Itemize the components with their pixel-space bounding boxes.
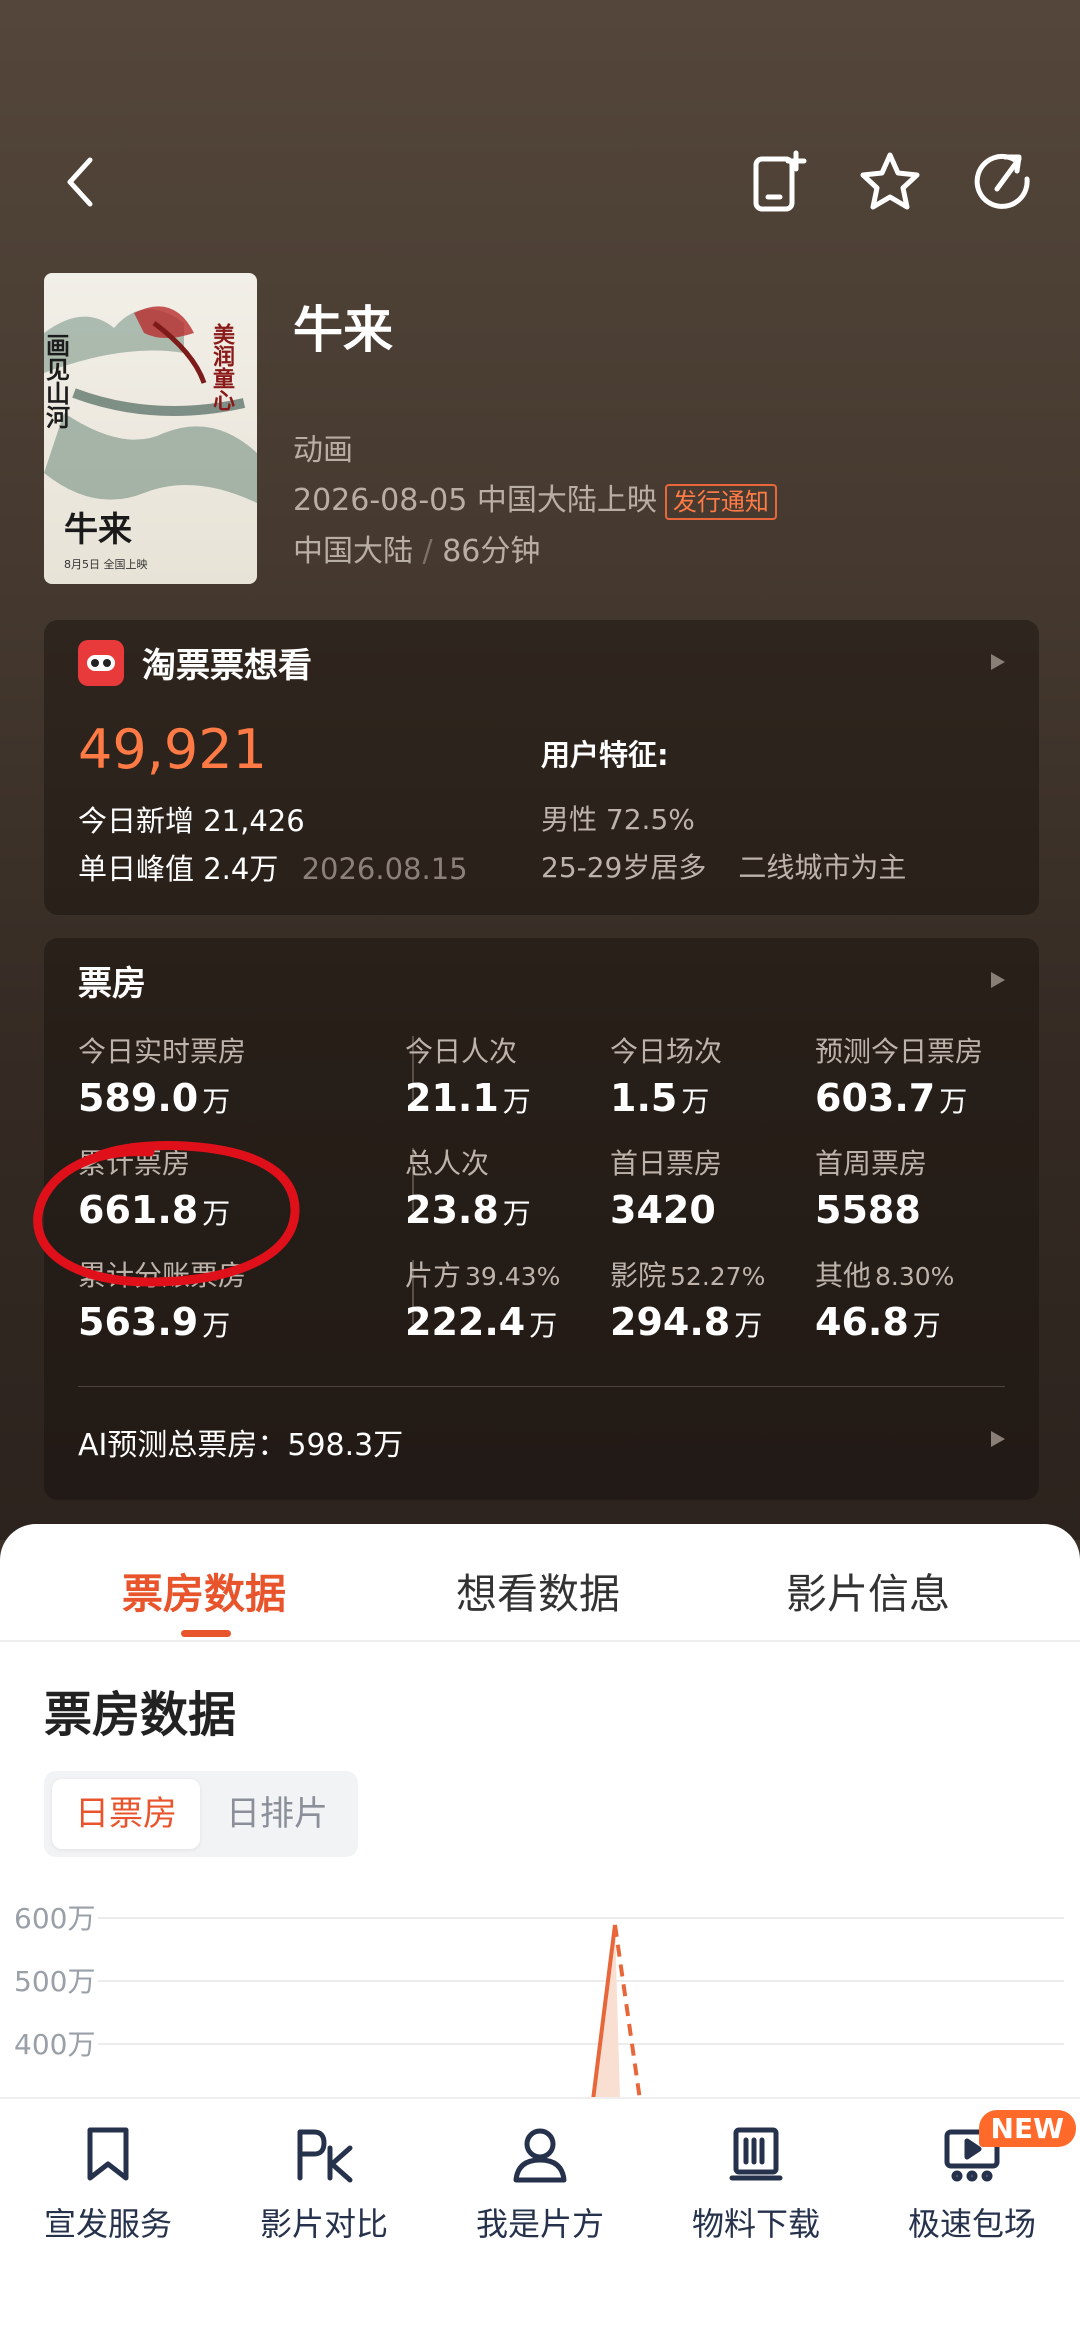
chevron-right-icon	[991, 1431, 1005, 1447]
segment-daily-boxoffice[interactable]: 日票房	[52, 1779, 200, 1849]
section-title: 票房数据	[44, 1687, 237, 1743]
nav-label: 极速包场	[907, 2205, 1036, 2243]
tab-active-indicator	[181, 1630, 231, 1637]
nav-label: 影片对比	[259, 2205, 388, 2243]
annotation-circle	[33, 1141, 300, 1287]
tab-want-data[interactable]: 想看数据	[456, 1560, 620, 1620]
tab-movie-info[interactable]: 影片信息	[786, 1560, 950, 1620]
bookmark-icon	[87, 2127, 129, 2181]
ai-forecast-text: AI预测总票房：598.3万	[78, 1428, 404, 1463]
new-badge: NEW	[978, 2110, 1076, 2147]
nav-label: 物料下载	[691, 2205, 820, 2243]
segment-daily-schedule[interactable]: 日排片	[204, 1779, 350, 1849]
user-icon	[513, 2128, 567, 2183]
nav-material-download[interactable]: 物料下载	[656, 2119, 856, 2245]
segment-control: 日票房 日排片	[44, 1771, 358, 1857]
nav-producer[interactable]: 我是片方	[440, 2119, 640, 2245]
book-icon	[729, 2127, 783, 2181]
chart-y-tick-label: 500万	[14, 1965, 95, 1998]
nav-movie-compare[interactable]: 影片对比	[224, 2119, 424, 2245]
pk-icon	[297, 2129, 353, 2183]
nav-label: 宣发服务	[43, 2205, 172, 2243]
tab-boxoffice-data[interactable]: 票房数据	[122, 1560, 286, 1620]
divider	[0, 1640, 1080, 1642]
chart-y-tick-label: 400万	[14, 2028, 95, 2061]
nav-promotion-service[interactable]: 宣发服务	[8, 2119, 208, 2245]
nav-label: 我是片方	[475, 2205, 604, 2243]
daily-boxoffice-chart: 600万 500万 400万	[14, 1902, 1064, 2100]
chart-y-tick-label: 600万	[14, 1902, 95, 1935]
bottom-nav: 宣发服务 影片对比 我是片方 物料下载 极速包场	[0, 2097, 1080, 2339]
